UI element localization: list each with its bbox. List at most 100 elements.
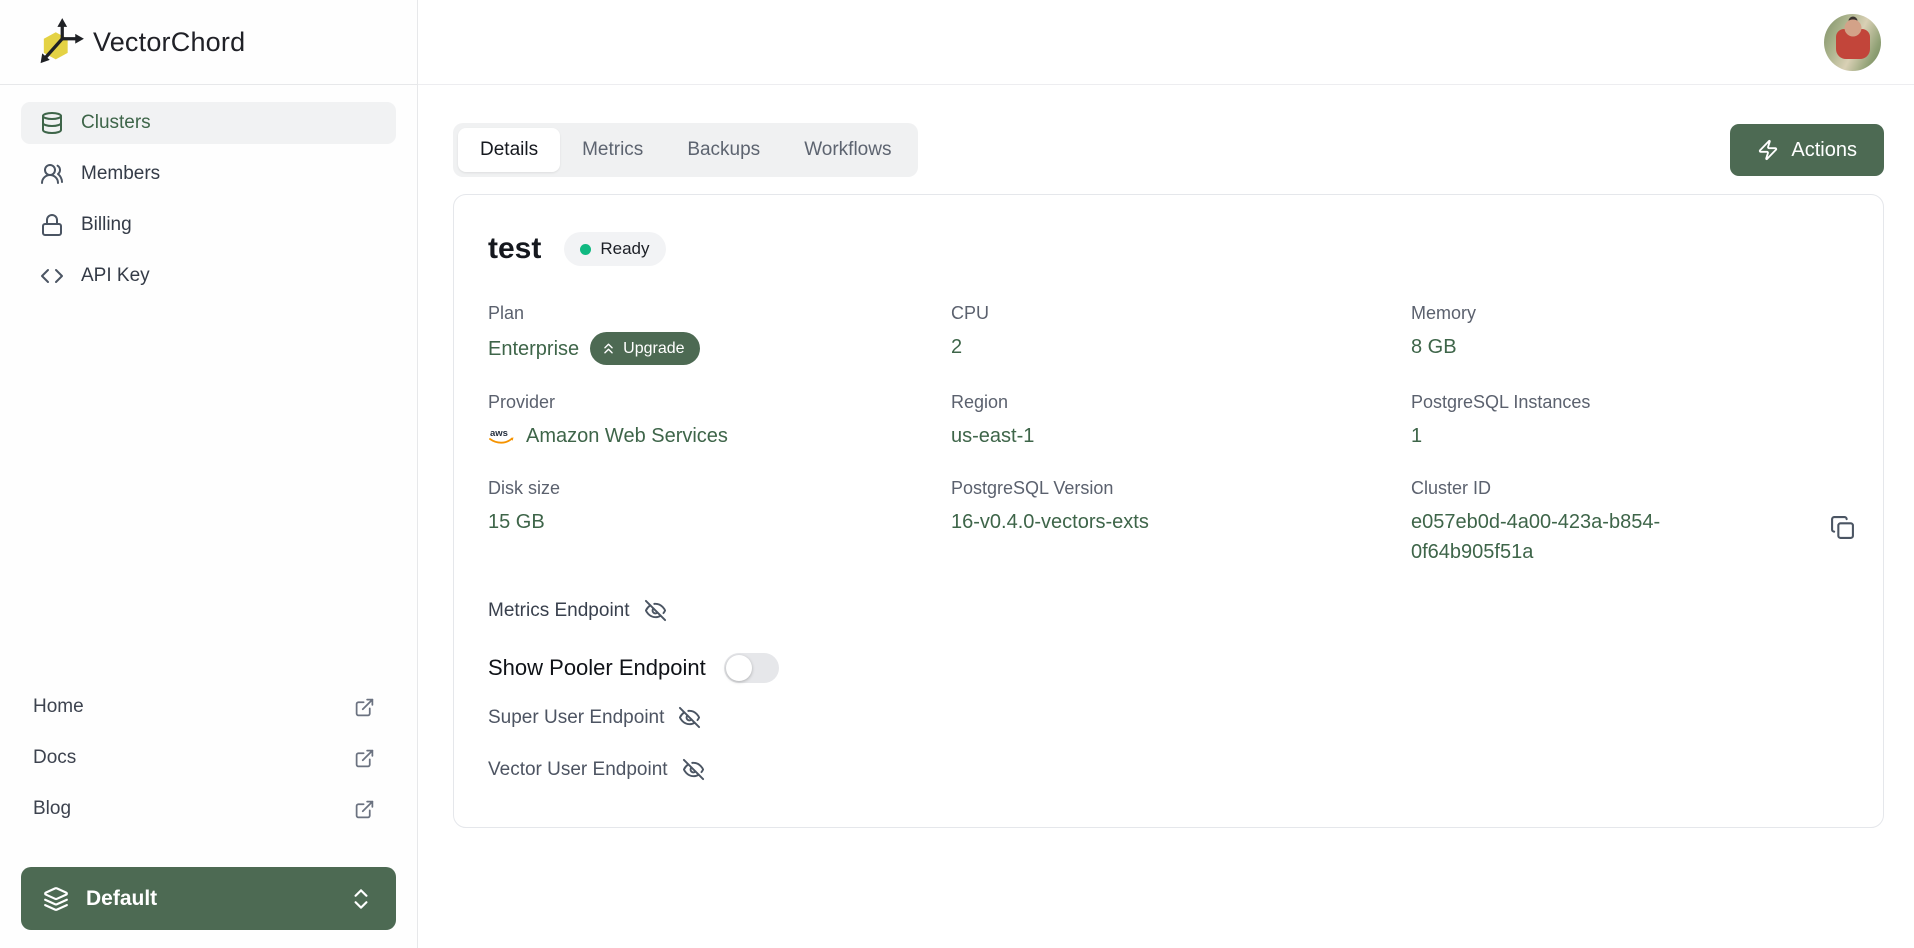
eye-off-icon[interactable]	[644, 599, 667, 622]
user-avatar[interactable]	[1824, 14, 1881, 71]
tab-label: Backups	[687, 139, 760, 161]
field-label: Plan	[488, 303, 951, 324]
pooler-toggle[interactable]	[724, 653, 779, 683]
sidebar-item-label: Clusters	[81, 112, 151, 134]
sidebar-item-billing[interactable]: Billing	[21, 204, 396, 246]
toggle-knob	[726, 655, 752, 681]
field-provider: Provider aws Amazon Web Services	[488, 392, 951, 451]
actions-button-label: Actions	[1791, 139, 1857, 162]
tab-backups[interactable]: Backups	[665, 128, 782, 172]
vectorchord-logo-icon	[33, 16, 85, 68]
field-value: 16-v0.4.0-vectors-exts	[951, 507, 1411, 537]
cluster-name: test	[488, 232, 541, 266]
super-user-endpoint-label: Super User Endpoint	[488, 707, 664, 729]
metrics-endpoint-row: Metrics Endpoint	[488, 599, 1849, 622]
super-user-endpoint-row: Super User Endpoint	[488, 706, 1849, 729]
field-postgres-instances: PostgreSQL Instances 1	[1411, 392, 1849, 451]
app-root: VectorChord Clusters Members Billing API…	[0, 0, 1914, 948]
link-blog[interactable]: Blog	[33, 794, 375, 824]
tab-metrics[interactable]: Metrics	[560, 128, 665, 172]
main-area: Details Metrics Backups Workflows Action…	[418, 0, 1914, 948]
field-label: PostgreSQL Version	[951, 478, 1411, 499]
tab-label: Workflows	[804, 139, 891, 161]
content-header: Details Metrics Backups Workflows Action…	[453, 123, 1884, 177]
plan-value: Enterprise	[488, 334, 579, 364]
brand-name: VectorChord	[93, 27, 245, 58]
cluster-fields-grid: Plan Enterprise Upgrade CPU 2	[488, 303, 1849, 567]
link-label: Home	[33, 696, 84, 718]
external-link-icon	[354, 799, 375, 820]
copy-cluster-id-button[interactable]	[1826, 511, 1859, 547]
tab-workflows[interactable]: Workflows	[782, 128, 913, 172]
pooler-toggle-label: Show Pooler Endpoint	[488, 655, 706, 681]
tab-bar: Details Metrics Backups Workflows	[453, 123, 918, 177]
link-home[interactable]: Home	[33, 692, 375, 722]
tab-details[interactable]: Details	[458, 128, 560, 172]
field-disk-size: Disk size 15 GB	[488, 478, 951, 567]
eye-off-icon[interactable]	[678, 706, 701, 729]
field-label: Cluster ID	[1411, 478, 1849, 499]
field-value: 15 GB	[488, 507, 951, 537]
field-value: aws Amazon Web Services	[488, 421, 951, 451]
eye-off-icon[interactable]	[682, 758, 705, 781]
field-value: 2	[951, 332, 1411, 362]
sidebar-external-links: Home Docs Blog	[0, 692, 417, 845]
sidebar-nav: Clusters Members Billing API Key	[0, 85, 417, 297]
upgrade-button-label: Upgrade	[623, 340, 684, 358]
org-switcher-button[interactable]: Default	[21, 867, 396, 930]
field-postgres-version: PostgreSQL Version 16-v0.4.0-vectors-ext…	[951, 478, 1411, 567]
database-icon	[40, 111, 64, 135]
field-value: us-east-1	[951, 421, 1411, 451]
chevrons-up-icon	[600, 340, 617, 357]
sidebar-item-api-key[interactable]: API Key	[21, 255, 396, 297]
field-label: Region	[951, 392, 1411, 413]
zap-icon	[1757, 139, 1779, 161]
field-memory: Memory 8 GB	[1411, 303, 1849, 365]
sidebar-item-clusters[interactable]: Clusters	[21, 102, 396, 144]
status-label: Ready	[600, 239, 649, 259]
link-label: Docs	[33, 747, 76, 769]
endpoints-section: Metrics Endpoint Show Pooler Endpoint Su…	[488, 599, 1849, 781]
tab-label: Details	[480, 139, 538, 161]
field-plan: Plan Enterprise Upgrade	[488, 303, 951, 365]
field-label: Memory	[1411, 303, 1849, 324]
external-link-icon	[354, 697, 375, 718]
field-value: e057eb0d-4a00-423a-b854-0f64b905f51a	[1411, 507, 1716, 567]
field-cpu: CPU 2	[951, 303, 1411, 365]
cluster-details-card: test Ready Plan Enterprise Upgrade	[453, 194, 1884, 828]
field-cluster-id: Cluster ID e057eb0d-4a00-423a-b854-0f64b…	[1411, 478, 1849, 567]
org-switcher-label: Default	[86, 887, 157, 911]
link-docs[interactable]: Docs	[33, 743, 375, 773]
status-badge: Ready	[564, 232, 665, 266]
aws-icon: aws	[488, 427, 515, 446]
sidebar-header: VectorChord	[0, 0, 417, 85]
field-value: 1	[1411, 421, 1849, 451]
status-dot-icon	[580, 244, 591, 255]
content: Details Metrics Backups Workflows Action…	[418, 85, 1914, 828]
metrics-endpoint-label: Metrics Endpoint	[488, 600, 630, 622]
upgrade-button[interactable]: Upgrade	[590, 332, 699, 365]
layers-icon	[43, 886, 69, 912]
svg-text:aws: aws	[490, 428, 508, 439]
external-link-icon	[354, 748, 375, 769]
sidebar-item-label: API Key	[81, 265, 150, 287]
field-label: Disk size	[488, 478, 951, 499]
lock-icon	[40, 213, 64, 237]
pooler-endpoint-row: Show Pooler Endpoint	[488, 653, 1849, 683]
field-value: Enterprise Upgrade	[488, 332, 951, 365]
topbar	[418, 0, 1914, 85]
field-label: CPU	[951, 303, 1411, 324]
provider-value: Amazon Web Services	[526, 421, 728, 451]
sidebar-item-label: Billing	[81, 214, 132, 236]
link-label: Blog	[33, 798, 71, 820]
field-value: 8 GB	[1411, 332, 1849, 362]
chevrons-up-down-icon	[348, 886, 374, 912]
vector-user-endpoint-row: Vector User Endpoint	[488, 758, 1849, 781]
users-icon	[40, 162, 64, 186]
field-label: Provider	[488, 392, 951, 413]
cluster-title-row: test Ready	[488, 232, 1849, 266]
sidebar-item-label: Members	[81, 163, 160, 185]
sidebar: VectorChord Clusters Members Billing API…	[0, 0, 418, 948]
actions-button[interactable]: Actions	[1730, 124, 1884, 176]
sidebar-item-members[interactable]: Members	[21, 153, 396, 195]
